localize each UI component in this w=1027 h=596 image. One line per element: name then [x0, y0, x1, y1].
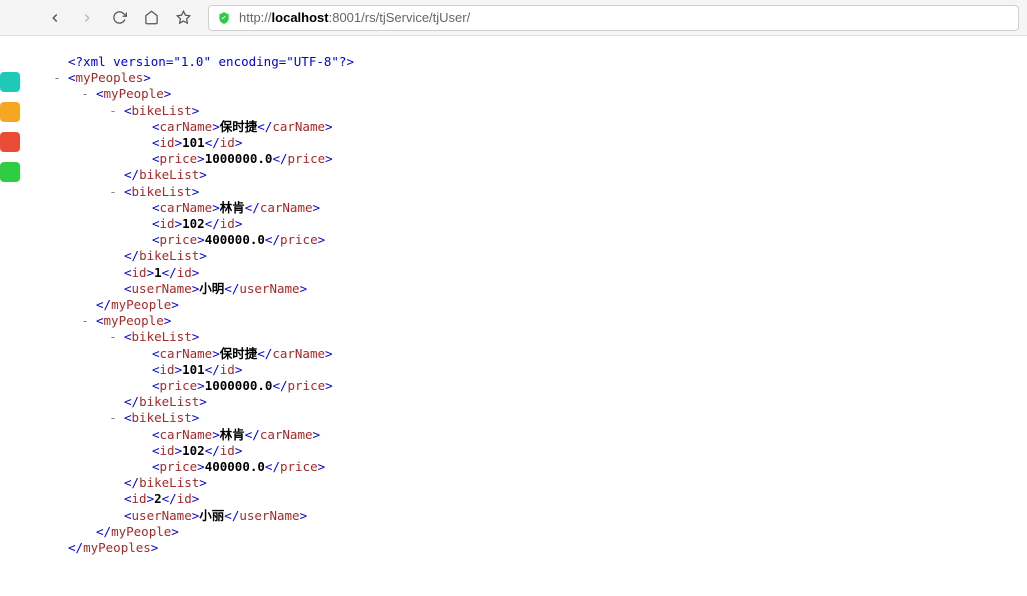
- person-open[interactable]: -<myPeople>: [38, 86, 1027, 102]
- xml-leaf: <id>1</id>: [38, 265, 1027, 281]
- xml-leaf: <id>101</id>: [38, 362, 1027, 378]
- nav-buttons: [46, 9, 192, 27]
- xml-declaration: <?xml version="1.0" encoding="UTF-8"?>: [38, 54, 1027, 70]
- bike-close: </bikeList>: [38, 394, 1027, 410]
- favorite-button[interactable]: [174, 9, 192, 27]
- xml-leaf: <carName>保时捷</carName>: [38, 119, 1027, 135]
- bike-close: </bikeList>: [38, 248, 1027, 264]
- person-close: </myPeople>: [38, 524, 1027, 540]
- side-app-2[interactable]: [0, 102, 20, 122]
- xml-leaf: <price>1000000.0</price>: [38, 378, 1027, 394]
- root-open[interactable]: -<myPeoples>: [38, 70, 1027, 86]
- bike-close: </bikeList>: [38, 475, 1027, 491]
- person-close: </myPeople>: [38, 297, 1027, 313]
- back-button[interactable]: [46, 9, 64, 27]
- person-open[interactable]: -<myPeople>: [38, 313, 1027, 329]
- xml-leaf: <price>400000.0</price>: [38, 232, 1027, 248]
- root-close: </myPeoples>: [38, 540, 1027, 556]
- bike-open[interactable]: -<bikeList>: [38, 184, 1027, 200]
- url-text: http://localhost:8001/rs/tjService/tjUse…: [239, 10, 470, 25]
- xml-leaf: <price>1000000.0</price>: [38, 151, 1027, 167]
- side-app-4[interactable]: [0, 162, 20, 182]
- reload-button[interactable]: [110, 9, 128, 27]
- side-app-1[interactable]: [0, 72, 20, 92]
- browser-toolbar: http://localhost:8001/rs/tjService/tjUse…: [0, 0, 1027, 36]
- home-button[interactable]: [142, 9, 160, 27]
- xml-leaf: <id>2</id>: [38, 491, 1027, 507]
- address-bar[interactable]: http://localhost:8001/rs/tjService/tjUse…: [208, 5, 1019, 31]
- xml-leaf: <carName>保时捷</carName>: [38, 346, 1027, 362]
- xml-leaf: <carName>林肯</carName>: [38, 200, 1027, 216]
- xml-leaf: <userName>小丽</userName>: [38, 508, 1027, 524]
- forward-button[interactable]: [78, 9, 96, 27]
- xml-leaf: <carName>林肯</carName>: [38, 427, 1027, 443]
- xml-leaf: <id>102</id>: [38, 216, 1027, 232]
- bike-close: </bikeList>: [38, 167, 1027, 183]
- bike-open[interactable]: -<bikeList>: [38, 410, 1027, 426]
- xml-leaf: <price>400000.0</price>: [38, 459, 1027, 475]
- side-app-3[interactable]: [0, 132, 20, 152]
- bike-open[interactable]: -<bikeList>: [38, 103, 1027, 119]
- bike-open[interactable]: -<bikeList>: [38, 329, 1027, 345]
- xml-leaf: <userName>小明</userName>: [38, 281, 1027, 297]
- xml-leaf: <id>101</id>: [38, 135, 1027, 151]
- xml-leaf: <id>102</id>: [38, 443, 1027, 459]
- side-apps: [0, 40, 22, 182]
- security-shield-icon: [217, 11, 231, 25]
- xml-viewer: <?xml version="1.0" encoding="UTF-8"?> -…: [0, 36, 1027, 556]
